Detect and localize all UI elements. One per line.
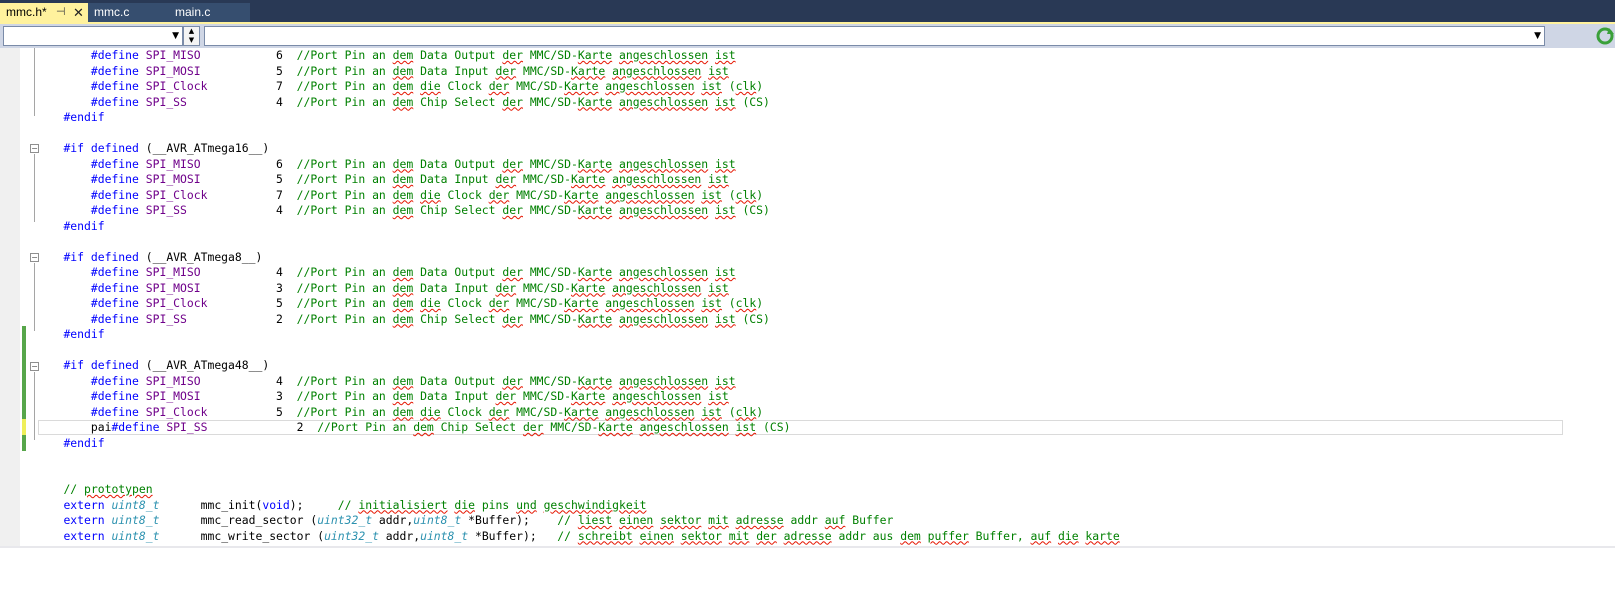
code-text: extern uint8_t mmc_init(void); // initia… [63, 497, 647, 512]
code-text: #define SPI_Clock 5 //Port Pin an dem di… [90, 296, 764, 310]
code-line: #define SPI_MOSI 5 //Port Pin an dem Dat… [0, 172, 1615, 188]
code-line: pai#define SPI_SS 2 //Port Pin an dem Ch… [0, 420, 1615, 436]
code-text: #define SPI_Clock 7 //Port Pin an dem di… [90, 187, 764, 202]
code-text: #endif [63, 435, 105, 450]
tab-label: mmc.c [94, 5, 130, 19]
code-editor[interactable]: − − − #define SPI_MISO 6 //Port Pin an d… [0, 48, 1615, 546]
code-line: #define SPI_MOSI 3 //Port Pin an dem Dat… [0, 281, 1615, 297]
member-dropdown[interactable]: ▼ [204, 26, 1545, 46]
close-icon[interactable]: ✕ [73, 3, 84, 22]
tab-label: mmc.h* [6, 5, 47, 19]
tab-mmc-c[interactable]: mmc.c [88, 3, 170, 22]
code-line: #endif [0, 436, 1615, 452]
tab-main-c[interactable]: main.c [170, 3, 250, 22]
code-line: #define SPI_SS 4 //Port Pin an dem Chip … [0, 203, 1615, 219]
code-line: #define SPI_Clock 5 //Port Pin an dem di… [0, 296, 1615, 312]
navigation-bar: ▼ ▲ ▼ ▼ [0, 24, 1615, 48]
code-text: pai#define SPI_SS 2 //Port Pin an dem Ch… [36, 420, 791, 434]
code-text: #define SPI_MOSI 5 //Port Pin an dem Dat… [90, 172, 729, 186]
code-text: #define SPI_MISO 6 //Port Pin an dem Dat… [90, 156, 736, 171]
code-line: #define SPI_MISO 6 //Port Pin an dem Dat… [0, 48, 1615, 64]
code-line: #define SPI_MOSI 5 //Port Pin an dem Dat… [0, 64, 1615, 80]
code-text: // prototypen [63, 482, 153, 496]
code-line: #define SPI_MISO 4 //Port Pin an dem Dat… [0, 265, 1615, 281]
code-text: #define SPI_MISO 4 //Port Pin an dem Dat… [90, 265, 736, 279]
code-line: #define SPI_SS 2 //Port Pin an dem Chip … [0, 312, 1615, 328]
code-line: #define SPI_MISO 4 //Port Pin an dem Dat… [0, 374, 1615, 390]
code-text: #define SPI_MOSI 3 //Port Pin an dem Dat… [90, 280, 729, 295]
code-line: extern uint8_t mmc_write_sector (uint32_… [0, 529, 1615, 545]
code-text: #endif [63, 218, 105, 233]
code-text: #define SPI_SS 4 //Port Pin an dem Chip … [90, 94, 770, 109]
dropdown-arrow-icon: ▼ [1534, 31, 1541, 41]
tab-label: main.c [175, 5, 211, 19]
dropdown-arrow-icon: ▼ [172, 31, 179, 41]
code-line: #endif [0, 327, 1615, 343]
pin-icon[interactable]: ⊣ [56, 3, 66, 22]
code-text: #define SPI_MISO 4 //Port Pin an dem Dat… [90, 373, 736, 388]
code-line: // prototypen [0, 482, 1615, 498]
document-tab-bar: mmc.h* ⊣ ✕ mmc.c main.c [0, 0, 1615, 22]
code-text: #endif [63, 327, 105, 341]
code-line: #define SPI_Clock 7 //Port Pin an dem di… [0, 188, 1615, 204]
horizontal-scrollbar[interactable] [0, 546, 1615, 548]
code-line: #define SPI_Clock 7 //Port Pin an dem di… [0, 79, 1615, 95]
code-line: extern uint8_t mmc_init(void); // initia… [0, 498, 1615, 514]
code-text: #define SPI_MISO 6 //Port Pin an dem Dat… [90, 48, 736, 62]
code-text: #define SPI_SS 2 //Port Pin an dem Chip … [90, 311, 770, 326]
code-text: #define SPI_MOSI 5 //Port Pin an dem Dat… [90, 63, 729, 78]
code-line: extern uint8_t mmc_read_sector (uint32_t… [0, 513, 1615, 529]
code-line: #endif [0, 110, 1615, 126]
code-text: #define SPI_SS 4 //Port Pin an dem Chip … [90, 203, 770, 217]
scope-dropdown[interactable]: ▼ [3, 26, 183, 46]
code-line: #if defined (__AVR_ATmega48__) [0, 358, 1615, 374]
code-line: #define SPI_MOSI 3 //Port Pin an dem Dat… [0, 389, 1615, 405]
code-line: #if defined (__AVR_ATmega8__) [0, 250, 1615, 266]
code-text: extern uint8_t mmc_write_sector (uint32_… [63, 528, 1120, 543]
code-text: #if defined (__AVR_ATmega16__) [63, 141, 270, 155]
code-line: #if defined (__AVR_ATmega16__) [0, 141, 1615, 157]
code-line: #endif [0, 219, 1615, 235]
tab-mmc-h[interactable]: mmc.h* ⊣ ✕ [0, 3, 88, 22]
code-line: #define SPI_SS 4 //Port Pin an dem Chip … [0, 95, 1615, 111]
code-text: #define SPI_MOSI 3 //Port Pin an dem Dat… [90, 389, 729, 403]
code-text: #if defined (__AVR_ATmega8__) [63, 249, 263, 264]
code-text: #define SPI_Clock 5 //Port Pin an dem di… [90, 404, 764, 419]
code-text: extern uint8_t mmc_read_sector (uint32_t… [63, 513, 894, 527]
code-text: #define SPI_Clock 7 //Port Pin an dem di… [90, 79, 764, 93]
refresh-icon[interactable] [1595, 26, 1615, 46]
code-line: #define SPI_Clock 5 //Port Pin an dem di… [0, 405, 1615, 421]
code-text: #endif [63, 110, 105, 124]
code-text: #if defined (__AVR_ATmega48__) [63, 358, 270, 372]
code-line: #define SPI_MISO 6 //Port Pin an dem Dat… [0, 157, 1615, 173]
scope-spinner[interactable]: ▲ ▼ [183, 26, 200, 46]
